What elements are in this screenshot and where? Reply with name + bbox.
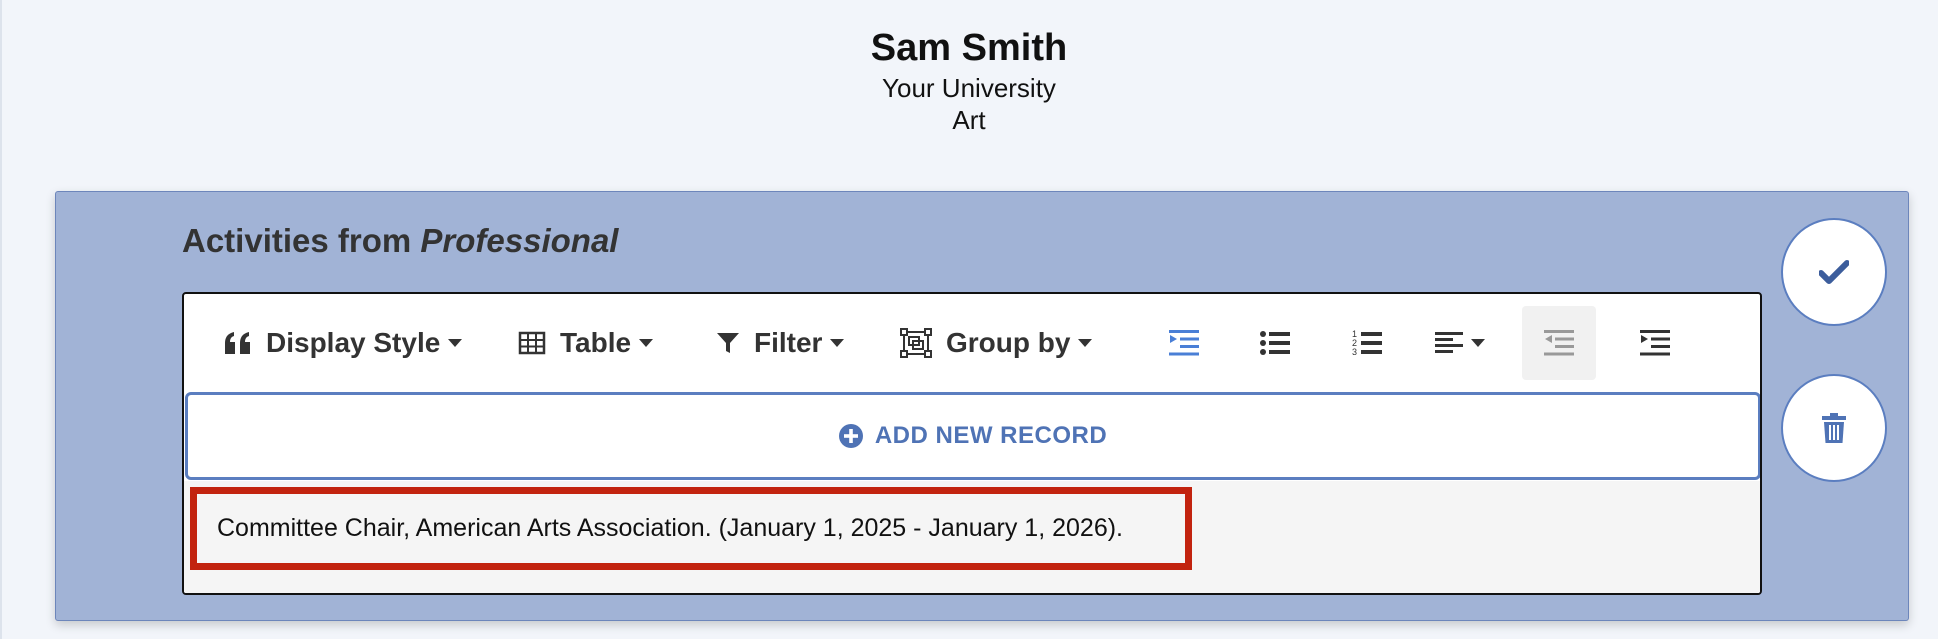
align-dropdown-button[interactable] bbox=[1418, 306, 1502, 380]
chevron-down-icon bbox=[1471, 339, 1485, 347]
svg-text:3: 3 bbox=[1352, 347, 1357, 357]
list-item[interactable]: Committee Chair, American Arts Associati… bbox=[190, 487, 1192, 570]
align-left-icon bbox=[1435, 332, 1463, 353]
profile-department: Art bbox=[952, 105, 986, 135]
activities-panel: Activities from Professional Display Sty… bbox=[55, 191, 1909, 621]
add-new-record-label: ADD NEW RECORD bbox=[874, 422, 1108, 449]
panel-title: Activities from Professional bbox=[182, 222, 618, 260]
outdent-icon bbox=[1544, 330, 1574, 356]
filter-icon bbox=[717, 333, 739, 353]
table-button[interactable]: Table bbox=[518, 316, 654, 370]
check-icon bbox=[1819, 260, 1849, 284]
quote-icon bbox=[225, 332, 250, 354]
plus-circle-icon bbox=[838, 424, 863, 448]
numbered-list-icon: 1 2 3 bbox=[1352, 329, 1382, 357]
bullet-list-icon bbox=[1260, 331, 1290, 355]
filter-button[interactable]: Filter bbox=[716, 316, 845, 370]
save-button[interactable] bbox=[1781, 218, 1887, 326]
records-list: Committee Chair, American Arts Associati… bbox=[184, 481, 1760, 593]
group-by-button[interactable]: Group by bbox=[900, 316, 1093, 370]
profile-name: Sam Smith bbox=[870, 27, 1068, 69]
chevron-down-icon bbox=[639, 339, 654, 347]
profile-header: Sam Smith Your University Art bbox=[0, 24, 1938, 136]
indent-active-icon bbox=[1169, 330, 1199, 356]
group-by-icon bbox=[900, 328, 932, 358]
table-label: Table bbox=[560, 327, 632, 358]
chevron-down-icon bbox=[1078, 339, 1093, 347]
outdent-button[interactable] bbox=[1522, 306, 1596, 380]
panel-title-prefix: Activities from bbox=[182, 222, 421, 259]
bullet-list-button[interactable] bbox=[1238, 306, 1312, 380]
indent-active-button[interactable] bbox=[1147, 306, 1221, 380]
profile-institution: Your University bbox=[882, 73, 1056, 103]
add-new-record-button[interactable]: ADD NEW RECORD bbox=[185, 392, 1760, 480]
display-style-label: Display Style bbox=[266, 327, 441, 358]
delete-button[interactable] bbox=[1781, 374, 1887, 482]
table-icon bbox=[518, 331, 546, 355]
group-by-label: Group by bbox=[946, 327, 1071, 358]
trash-icon bbox=[1822, 413, 1846, 443]
chevron-down-icon bbox=[448, 339, 463, 347]
indent-button[interactable] bbox=[1618, 306, 1692, 380]
numbered-list-button[interactable]: 1 2 3 bbox=[1330, 306, 1404, 380]
indent-icon bbox=[1640, 330, 1670, 356]
panel-title-section: Professional bbox=[420, 222, 619, 259]
filter-label: Filter bbox=[754, 327, 823, 358]
toolbar: Display Style Table Filter Group by 1 2 … bbox=[184, 294, 1760, 392]
display-style-button[interactable]: Display Style bbox=[224, 316, 463, 370]
chevron-down-icon bbox=[830, 339, 845, 347]
record-text: Committee Chair, American Arts Associati… bbox=[217, 514, 1123, 542]
records-card: Display Style Table Filter Group by 1 2 … bbox=[182, 292, 1762, 595]
